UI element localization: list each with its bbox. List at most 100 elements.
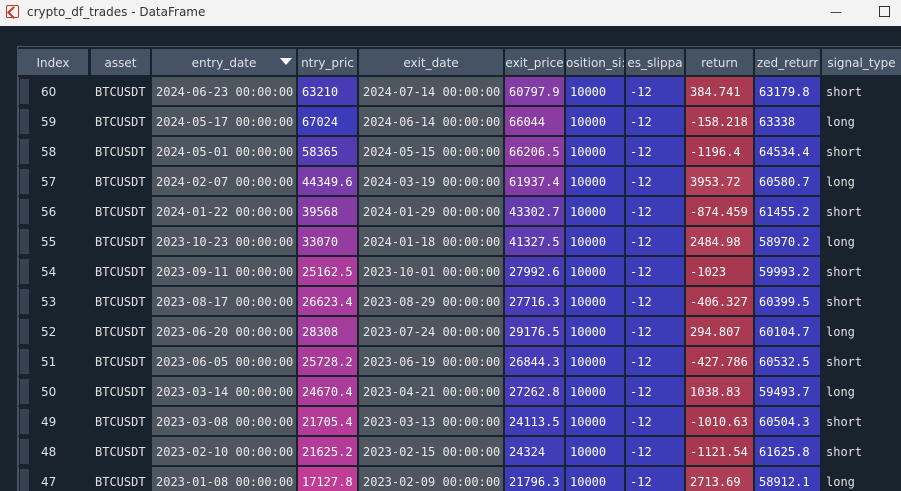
cell-exit-price[interactable]: 27992.6	[505, 257, 565, 286]
cell-slippage[interactable]: -12	[626, 287, 685, 316]
cell-cum-return[interactable]: 61625.8	[755, 437, 821, 466]
cell-return[interactable]: -874.459	[686, 197, 754, 226]
cell-signal-type[interactable]: short	[822, 347, 901, 376]
column-header-slippage[interactable]: es_slippa	[626, 49, 685, 75]
cell-return[interactable]: 2484.98	[686, 227, 754, 256]
cell-entry-date[interactable]: 2023-01-08 00:00:00	[152, 467, 297, 491]
cell-signal-type[interactable]: short	[822, 407, 901, 436]
cell-entry-date[interactable]: 2023-03-08 00:00:00	[152, 407, 297, 436]
cell-cum-return[interactable]: 60580.7	[755, 167, 821, 196]
cell-asset[interactable]: BTCUSDT	[91, 197, 151, 226]
column-header-return[interactable]: return	[686, 49, 754, 75]
cell-exit-price[interactable]: 27716.3	[505, 287, 565, 316]
cell-cum-return[interactable]: 59493.7	[755, 377, 821, 406]
cell-entry-date[interactable]: 2024-05-17 00:00:00	[152, 107, 297, 136]
cell-signal-type[interactable]: short	[822, 287, 901, 316]
cell-position-size[interactable]: 10000	[566, 467, 625, 491]
cell-return[interactable]: 294.807	[686, 317, 754, 346]
cell-position-size[interactable]: 10000	[566, 437, 625, 466]
cell-cum-return[interactable]: 58912.1	[755, 467, 821, 491]
column-header-asset[interactable]: asset	[91, 49, 151, 75]
row-selector[interactable]	[20, 409, 29, 434]
cell-position-size[interactable]: 10000	[566, 137, 625, 166]
row-selector[interactable]	[20, 169, 29, 194]
sort-descending-icon[interactable]	[280, 58, 292, 65]
cell-entry-price[interactable]: 63210	[298, 77, 358, 106]
column-header-exit-price[interactable]: exit_price	[505, 49, 565, 75]
minimize-button[interactable]: —	[825, 3, 847, 21]
cell-slippage[interactable]: -12	[626, 167, 685, 196]
cell-exit-price[interactable]: 21796.3	[505, 467, 565, 491]
cell-position-size[interactable]: 10000	[566, 347, 625, 376]
cell-return[interactable]: 1038.83	[686, 377, 754, 406]
row-selector[interactable]	[20, 379, 29, 404]
cell-asset[interactable]: BTCUSDT	[91, 467, 151, 491]
cell-slippage[interactable]: -12	[626, 347, 685, 376]
cell-cum-return[interactable]: 63338	[755, 107, 821, 136]
row-index-cell[interactable]: 56	[18, 197, 89, 226]
cell-exit-price[interactable]: 43302.7	[505, 197, 565, 226]
cell-asset[interactable]: BTCUSDT	[91, 77, 151, 106]
cell-exit-price[interactable]: 26844.3	[505, 347, 565, 376]
cell-entry-price[interactable]: 28308	[298, 317, 358, 346]
cell-position-size[interactable]: 10000	[566, 317, 625, 346]
cell-entry-price[interactable]: 33070	[298, 227, 358, 256]
cell-exit-date[interactable]: 2024-07-14 00:00:00	[359, 77, 504, 106]
column-header-signal-type[interactable]: signal_type	[822, 49, 901, 75]
cell-entry-price[interactable]: 21625.2	[298, 437, 358, 466]
maximize-button[interactable]	[873, 3, 895, 21]
cell-entry-price[interactable]: 67024	[298, 107, 358, 136]
cell-return[interactable]: -427.786	[686, 347, 754, 376]
row-index-cell[interactable]: 54	[18, 257, 89, 286]
cell-slippage[interactable]: -12	[626, 257, 685, 286]
column-header-cum-return[interactable]: zed_returr	[755, 49, 821, 75]
cell-slippage[interactable]: -12	[626, 317, 685, 346]
cell-signal-type[interactable]: short	[822, 197, 901, 226]
row-index-cell[interactable]: 50	[18, 377, 89, 406]
cell-entry-date[interactable]: 2023-06-20 00:00:00	[152, 317, 297, 346]
cell-exit-date[interactable]: 2023-03-13 00:00:00	[359, 407, 504, 436]
row-index-cell[interactable]: 47	[18, 467, 89, 491]
cell-entry-price[interactable]: 25162.5	[298, 257, 358, 286]
row-index-cell[interactable]: 58	[18, 137, 89, 166]
cell-slippage[interactable]: -12	[626, 137, 685, 166]
cell-signal-type[interactable]: long	[822, 167, 901, 196]
column-header-exit-date[interactable]: exit_date	[359, 49, 504, 75]
cell-position-size[interactable]: 10000	[566, 197, 625, 226]
cell-exit-price[interactable]: 66044	[505, 107, 565, 136]
cell-cum-return[interactable]: 59993.2	[755, 257, 821, 286]
column-header-position-size[interactable]: osition_si:	[566, 49, 625, 75]
cell-position-size[interactable]: 10000	[566, 227, 625, 256]
cell-exit-date[interactable]: 2023-06-19 00:00:00	[359, 347, 504, 376]
cell-asset[interactable]: BTCUSDT	[91, 377, 151, 406]
cell-asset[interactable]: BTCUSDT	[91, 227, 151, 256]
cell-signal-type[interactable]: short	[822, 257, 901, 286]
cell-entry-date[interactable]: 2023-09-11 00:00:00	[152, 257, 297, 286]
row-index-cell[interactable]: 48	[18, 437, 89, 466]
cell-slippage[interactable]: -12	[626, 467, 685, 491]
row-index-cell[interactable]: 49	[18, 407, 89, 436]
row-selector[interactable]	[20, 229, 29, 254]
row-selector[interactable]	[20, 139, 29, 164]
cell-cum-return[interactable]: 63179.8	[755, 77, 821, 106]
cell-position-size[interactable]: 10000	[566, 287, 625, 316]
cell-signal-type[interactable]: long	[822, 317, 901, 346]
cell-return[interactable]: -1121.54	[686, 437, 754, 466]
cell-exit-date[interactable]: 2024-05-15 00:00:00	[359, 137, 504, 166]
cell-signal-type[interactable]: short	[822, 437, 901, 466]
cell-exit-price[interactable]: 61937.4	[505, 167, 565, 196]
cell-slippage[interactable]: -12	[626, 77, 685, 106]
row-index-cell[interactable]: 59	[18, 107, 89, 136]
cell-entry-date[interactable]: 2023-08-17 00:00:00	[152, 287, 297, 316]
cell-signal-type[interactable]: long	[822, 227, 901, 256]
cell-entry-price[interactable]: 24670.4	[298, 377, 358, 406]
cell-entry-price[interactable]: 58365	[298, 137, 358, 166]
cell-entry-price[interactable]: 44349.6	[298, 167, 358, 196]
cell-signal-type[interactable]: long	[822, 377, 901, 406]
cell-entry-date[interactable]: 2024-05-01 00:00:00	[152, 137, 297, 166]
row-index-cell[interactable]: 60	[18, 77, 89, 106]
cell-asset[interactable]: BTCUSDT	[91, 437, 151, 466]
cell-slippage[interactable]: -12	[626, 107, 685, 136]
cell-slippage[interactable]: -12	[626, 407, 685, 436]
row-index-cell[interactable]: 51	[18, 347, 89, 376]
